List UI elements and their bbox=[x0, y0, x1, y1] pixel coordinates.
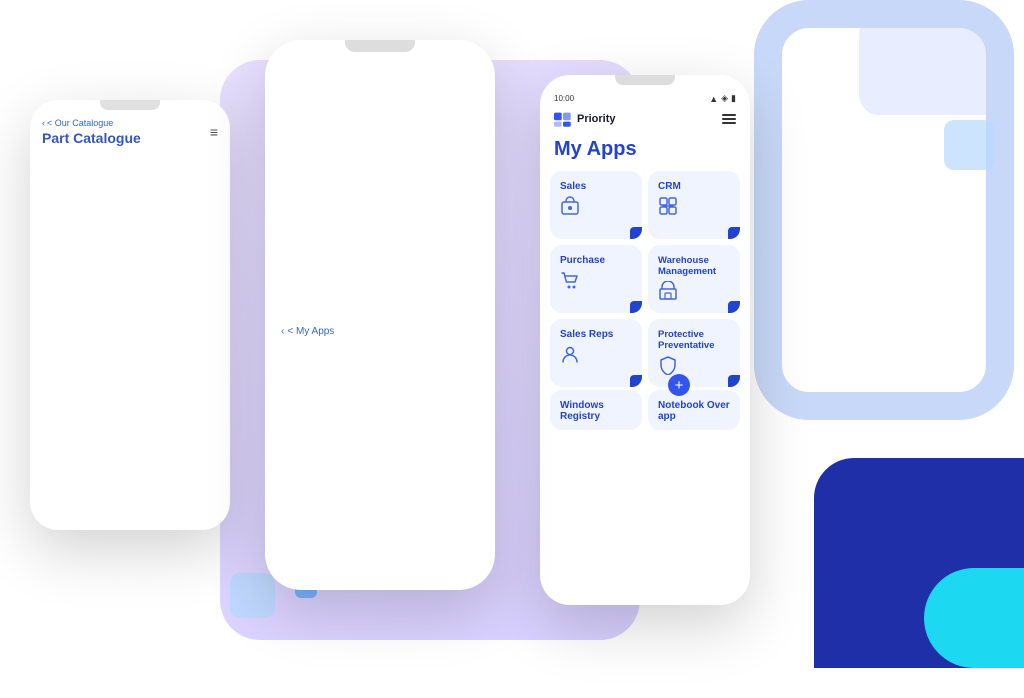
app-tile-salesreps-name: Sales Reps bbox=[560, 329, 632, 340]
app-tile-crm[interactable]: CRM bbox=[648, 171, 740, 239]
top-bar-right: Priority bbox=[540, 108, 750, 134]
my-apps-title: My Apps bbox=[540, 134, 750, 171]
scene: ‹ < Our Catalogue Part Catalogue ≡ 12 Re… bbox=[0, 0, 1024, 698]
bg-decoration-right bbox=[764, 0, 1024, 698]
bg-card-top bbox=[859, 15, 1004, 115]
app-tile-notebook[interactable]: Notebook Over app bbox=[648, 390, 740, 430]
back-link-text: < Our Catalogue bbox=[47, 118, 113, 128]
priority-logo-small: Priority bbox=[554, 110, 616, 128]
app-tile-salesreps[interactable]: Sales Reps bbox=[550, 319, 642, 387]
app-tile-sales-name: Sales bbox=[560, 181, 632, 192]
app-tile-salesreps-icon bbox=[560, 344, 632, 367]
app-tile-sales-icon bbox=[560, 196, 632, 219]
back-nav-text: < My Apps bbox=[287, 326, 334, 337]
app-tile-protective-name: Protective Preventative bbox=[658, 329, 730, 351]
app-tile-crm-corner bbox=[728, 227, 740, 239]
signal-icon: ▲ bbox=[709, 94, 718, 104]
phone-right-notch bbox=[615, 75, 675, 85]
page-title-left: Part Catalogue bbox=[42, 130, 141, 146]
apps-grid: Sales CRM bbox=[540, 171, 750, 387]
app-tile-notebook-name: Notebook Over app bbox=[658, 400, 730, 422]
deco-square-top bbox=[944, 120, 994, 170]
app-tile-sales[interactable]: Sales bbox=[550, 171, 642, 239]
wifi-icon: ◈ bbox=[721, 93, 728, 104]
bg-dark-blue bbox=[814, 458, 1024, 668]
app-tile-warehouse-name: Warehouse Management bbox=[658, 255, 730, 277]
deco-square-bottom-left bbox=[230, 573, 275, 618]
phone-center-notch bbox=[345, 40, 415, 52]
app-tile-purchase[interactable]: Purchase bbox=[550, 245, 642, 313]
phone-left-notch bbox=[100, 100, 160, 110]
priority-logo-small-text: Priority bbox=[577, 113, 616, 125]
add-app-button[interactable]: + bbox=[668, 374, 690, 396]
app-tile-protective-corner bbox=[728, 375, 740, 387]
priority-logo-icon-small bbox=[554, 110, 572, 128]
phone-center: ‹ < My Apps Priority Scan your QR code t… bbox=[265, 40, 495, 590]
hamburger-icon-right[interactable] bbox=[722, 114, 736, 124]
apps-bottom-row: Windows Registry Notebook Over app bbox=[540, 390, 750, 430]
time-display: 10:00 bbox=[554, 94, 574, 103]
back-chevron-icon: ‹ bbox=[281, 326, 284, 337]
app-tile-crm-name: CRM bbox=[658, 181, 730, 192]
hamburger-icon-left[interactable]: ≡ bbox=[210, 124, 218, 140]
app-tile-protective[interactable]: Protective Preventative bbox=[648, 319, 740, 387]
battery-icon: ▮ bbox=[731, 93, 736, 104]
app-tile-purchase-icon bbox=[560, 270, 632, 293]
app-tile-protective-icon bbox=[658, 355, 730, 378]
bg-cyan-circle bbox=[924, 568, 1024, 668]
back-link-left[interactable]: ‹ < Our Catalogue bbox=[42, 118, 141, 128]
bg-curve-outer bbox=[754, 0, 1014, 420]
app-tile-warehouse-icon bbox=[658, 281, 730, 304]
app-tile-sales-corner bbox=[630, 227, 642, 239]
app-tile-purchase-name: Purchase bbox=[560, 255, 632, 266]
status-icons: ▲ ◈ ▮ bbox=[709, 93, 736, 104]
app-tile-salesreps-corner bbox=[630, 375, 642, 387]
app-tile-windows[interactable]: Windows Registry bbox=[550, 390, 642, 430]
phone-right: 10:00 ▲ ◈ ▮ Priority bbox=[540, 75, 750, 605]
back-arrow-icon: ‹ bbox=[42, 118, 45, 128]
app-tile-warehouse[interactable]: Warehouse Management bbox=[648, 245, 740, 313]
status-bar: 10:00 ▲ ◈ ▮ bbox=[540, 85, 750, 108]
app-tile-purchase-corner bbox=[630, 301, 642, 313]
phone-left: ‹ < Our Catalogue Part Catalogue ≡ 12 Re… bbox=[30, 100, 230, 530]
app-tile-warehouse-corner bbox=[728, 301, 740, 313]
back-nav-center[interactable]: ‹ < My Apps bbox=[265, 52, 495, 590]
app-tile-crm-icon bbox=[658, 196, 730, 219]
app-tile-windows-name: Windows Registry bbox=[560, 400, 632, 422]
